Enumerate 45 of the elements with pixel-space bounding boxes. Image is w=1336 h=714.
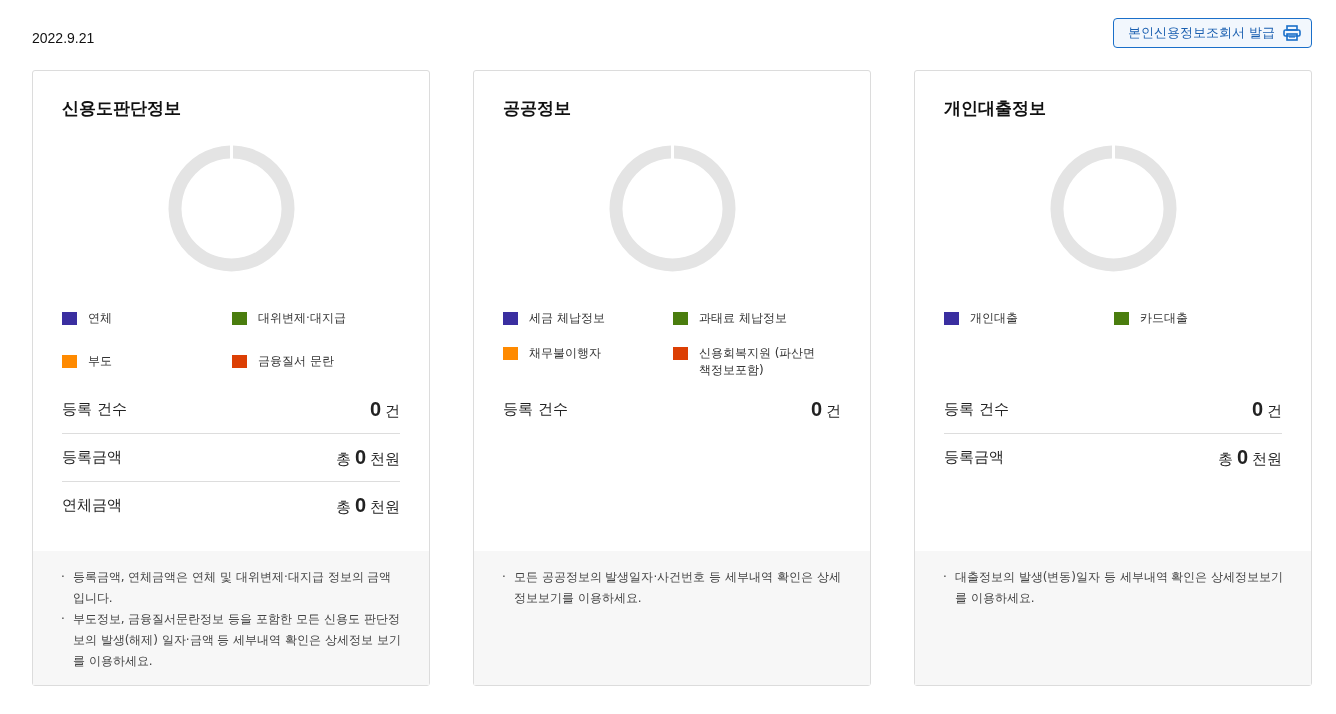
stat-label: 등록 건수 bbox=[503, 400, 568, 419]
stat-label: 등록금액 bbox=[944, 448, 1004, 467]
issue-report-button[interactable]: 본인신용정보조회서 발급 bbox=[1112, 18, 1312, 48]
note-text: 부도정보, 금융질서문란정보 등을 포함한 모든 신용도 판단정보의 발생(해제) 일자·금액 등 세부내역 확인은 상세정보 보기를 이용하세요. bbox=[72, 611, 402, 670]
legend-label: 연체 bbox=[88, 310, 112, 327]
card-title: 개인대출정보 bbox=[944, 97, 1047, 120]
stat-prefix: 총 bbox=[335, 450, 351, 469]
legend-label: 개인대출 bbox=[970, 310, 1018, 327]
bullet-mark: · bbox=[502, 569, 506, 586]
note-text: 등록금액, 연체금액은 연체 및 대위변제·대지급 정보의 금액 입니다. bbox=[72, 569, 393, 607]
legend-label: 대위변제·대지급 bbox=[258, 310, 346, 327]
stat-unit: 건 bbox=[1267, 402, 1282, 421]
stat-unit: 천원 bbox=[370, 450, 400, 469]
legend-label: 부도 bbox=[88, 353, 112, 370]
stat-prefix: 총 bbox=[1217, 450, 1233, 469]
printer-icon bbox=[1283, 25, 1301, 41]
stat-label: 등록 건수 bbox=[944, 400, 1009, 419]
stat-unit: 천원 bbox=[370, 498, 400, 517]
stat-label: 등록금액 bbox=[62, 448, 122, 467]
bullet-mark: · bbox=[61, 569, 65, 586]
bullet-mark: · bbox=[61, 611, 65, 628]
note-text: 대출정보의 발생(변동)일자 등 세부내역 확인은 상세정보보기를 이용하세요. bbox=[954, 569, 1285, 607]
legend-label: 채무불이행자 bbox=[529, 344, 601, 362]
stat-unit: 천원 bbox=[1252, 450, 1282, 469]
stat-value: 0 bbox=[1236, 446, 1248, 469]
stat-label: 등록 건수 bbox=[62, 400, 127, 419]
stat-unit: 건 bbox=[385, 402, 400, 421]
stat-prefix: 총 bbox=[335, 498, 351, 517]
legend-label: 금융질서 문란 bbox=[258, 353, 334, 370]
stat-value: 0 bbox=[1251, 398, 1263, 421]
card-title: 신용도판단정보 bbox=[62, 97, 182, 120]
legend-label: 카드대출 bbox=[1140, 310, 1188, 327]
date-text: 2022.9.21 bbox=[32, 29, 95, 46]
bullet-mark: · bbox=[943, 569, 947, 586]
note-text: 모든 공공정보의 발생일자·사건번호 등 세부내역 확인은 상세정보보기를 이용하세요. bbox=[513, 569, 842, 607]
stat-unit: 건 bbox=[826, 402, 841, 421]
card-title: 공공정보 bbox=[503, 97, 572, 120]
stat-value: 0 bbox=[810, 398, 822, 421]
legend-label: 세금 체납정보 bbox=[529, 310, 605, 327]
legend-label: 과태료 체납정보 bbox=[699, 310, 787, 327]
stat-value: 0 bbox=[354, 446, 366, 469]
stat-value: 0 bbox=[354, 494, 366, 517]
stat-value: 0 bbox=[369, 398, 381, 421]
legend-label: 신용회복지원 (파산면책정보포함) bbox=[699, 344, 817, 379]
stat-label: 연체금액 bbox=[62, 496, 122, 515]
